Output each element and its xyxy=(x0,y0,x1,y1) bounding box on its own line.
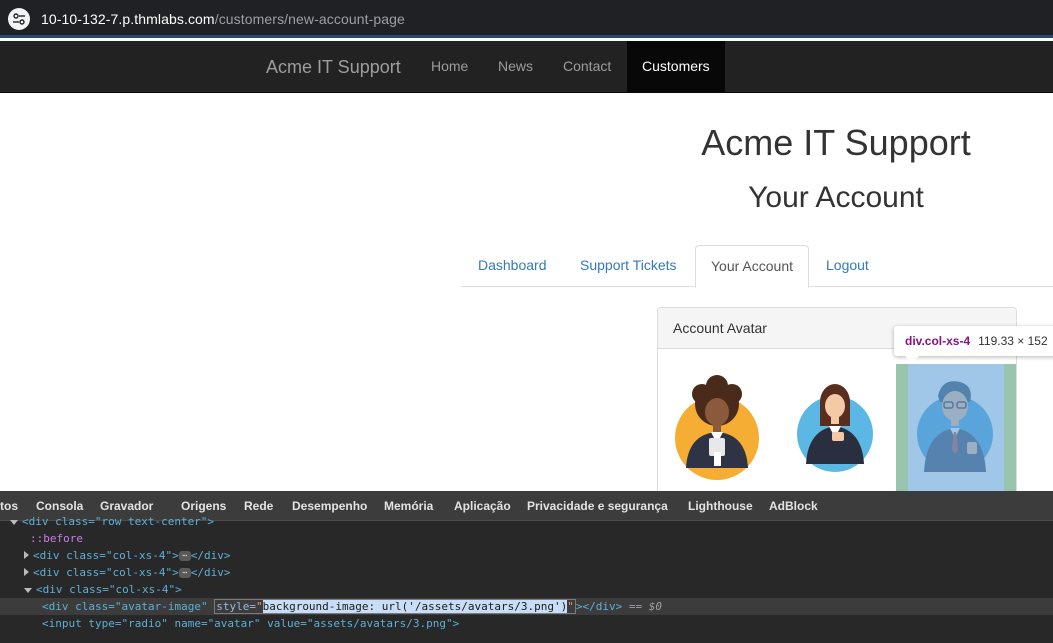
nav-customers[interactable]: Customers xyxy=(627,41,725,92)
tab-dashboard[interactable]: Dashboard xyxy=(463,245,562,287)
account-tabs: Dashboard Support Tickets Your Account L… xyxy=(461,245,1053,288)
url-text[interactable]: 10-10-132-7.p.thmlabs.com/customers/new-… xyxy=(41,11,405,27)
tooltip-arrow xyxy=(904,355,920,363)
dt-tab-privacy[interactable]: Privacidade e segurança xyxy=(527,491,668,521)
dt-tab-application[interactable]: Aplicação xyxy=(454,491,511,521)
dom-line-col1[interactable]: <div class="col-xs-4"> ⋯ </div> xyxy=(24,547,230,564)
inspector-padding-right xyxy=(1004,364,1016,494)
expand-down-icon[interactable] xyxy=(24,587,32,593)
avatar-woman-curly-hair[interactable] xyxy=(674,372,764,482)
dom-line-input[interactable]: <input type="radio" name="avatar" value=… xyxy=(42,615,459,632)
tab-support-tickets[interactable]: Support Tickets xyxy=(565,245,692,287)
ellipsis-icon[interactable]: ⋯ xyxy=(178,568,191,578)
nav-home[interactable]: Home xyxy=(416,41,483,92)
expand-right-icon[interactable] xyxy=(24,551,29,559)
expand-down-icon[interactable] xyxy=(10,519,18,525)
tooltip-size: 119.33 × 152 xyxy=(978,334,1048,348)
style-attribute[interactable]: style="background-image: url('/assets/av… xyxy=(214,599,576,614)
inspector-padding-left xyxy=(896,364,908,494)
dom-line-col2[interactable]: <div class="col-xs-4"> ⋯ </div> xyxy=(24,564,230,581)
dt-tab-performance[interactable]: Desempenho xyxy=(292,491,367,521)
tab-logout[interactable]: Logout xyxy=(811,245,884,287)
dt-tab-lighthouse[interactable]: Lighthouse xyxy=(688,491,753,521)
ellipsis-icon[interactable]: ⋯ xyxy=(178,551,191,561)
devtools-panel: tos Consola Gravador Origens Rede Desemp… xyxy=(0,491,1053,643)
navbar-brand[interactable]: Acme IT Support xyxy=(266,57,401,78)
dt-tab-memory[interactable]: Memória xyxy=(384,491,433,521)
dom-line-col3[interactable]: <div class="col-xs-4"> xyxy=(24,581,182,598)
nav-contact[interactable]: Contact xyxy=(548,41,626,92)
dt-tab-network[interactable]: Rede xyxy=(244,491,273,521)
avatar-woman-business[interactable] xyxy=(792,376,882,476)
browser-address-bar: 10-10-132-7.p.thmlabs.com/customers/new-… xyxy=(0,0,1053,38)
inspector-tooltip: div.col-xs-4 119.33 × 152 xyxy=(894,326,1053,356)
expand-right-icon[interactable] xyxy=(24,568,29,576)
page-title: Acme IT Support xyxy=(701,122,971,163)
inspector-highlight xyxy=(896,364,1016,494)
dom-line-before[interactable]: ::before xyxy=(30,530,83,547)
dom-line-selected[interactable]: <div class="avatar-image" style="backgro… xyxy=(0,598,1053,615)
dt-tab-adblock[interactable]: AdBlock xyxy=(769,491,818,521)
nav-news[interactable]: News xyxy=(483,41,548,92)
tune-icon[interactable] xyxy=(8,8,30,30)
page-subtitle: Your Account xyxy=(748,181,924,214)
toolbar-accent-line xyxy=(0,35,1053,38)
tab-your-account[interactable]: Your Account xyxy=(695,245,809,288)
dom-line-row[interactable]: <div class="row text-center"> xyxy=(10,513,214,530)
tooltip-tag: div.col-xs-4 xyxy=(905,334,971,348)
site-navbar: Acme IT Support Home News Contact Custom… xyxy=(0,41,1053,93)
